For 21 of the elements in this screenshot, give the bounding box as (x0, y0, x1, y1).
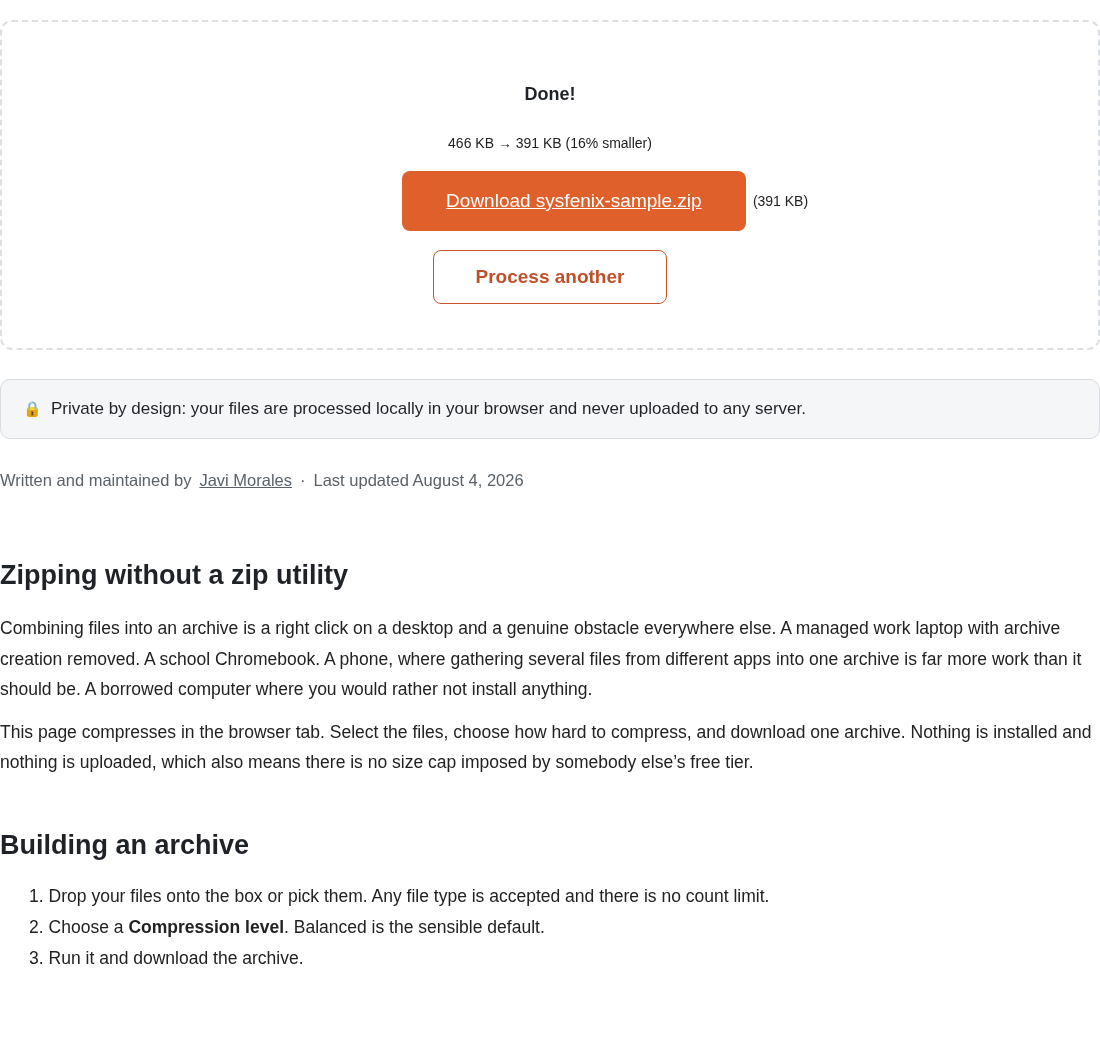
step-text: Run it and download the archive. (48, 946, 304, 970)
paragraph: Combining files into an archive is a right click on a desktop and a genuine obstacle everywhere else. A managed work laptop with archive creation removed. A school Chromebook. A phone, where gathering several files from different apps into one archive is far more work than it should be. A borrowed computer where you would rather not install anything. (0, 617, 1083, 701)
download-button[interactable]: Download sysfenix-sample.zip (401, 171, 746, 231)
section-heading: Building an archive (0, 829, 251, 861)
privacy-text: Private by design: your files are processed locally in your browser and never uploaded to any server. (51, 399, 806, 419)
size-summary: 466 KB → 391 KB (16% smaller) (448, 135, 652, 151)
download-size: (391 KB) (752, 193, 809, 209)
step-number: 1. (29, 884, 44, 908)
author-link[interactable]: Javi Morales (199, 471, 292, 490)
paragraph: This page compresses in the browser tab. Select the files, choose how hard to compress, and download one archive. Nothing is installed and nothing is uploaded, which also means there is no size cap imposed by somebody else’s free tier. (0, 720, 1093, 774)
process-another-button[interactable]: Process another (433, 250, 667, 304)
step-number: 3. (29, 946, 44, 970)
step-text: Choose a Compression level. Balanced is the sensible default. (48, 915, 545, 939)
section-heading: Zipping without a zip utility (0, 560, 349, 591)
byline-text: Written and maintained by (0, 471, 192, 490)
updated-date: Last updated August 4, 2026 (313, 471, 524, 490)
byline-separator: · (300, 471, 306, 490)
result-title: Done! (524, 84, 576, 105)
step-number: 2. (29, 915, 44, 939)
step-text: Drop your files onto the box or pick them. Any file type is accepted and there is no count limit. (48, 884, 770, 908)
lock-icon: 🔒 (23, 400, 42, 418)
